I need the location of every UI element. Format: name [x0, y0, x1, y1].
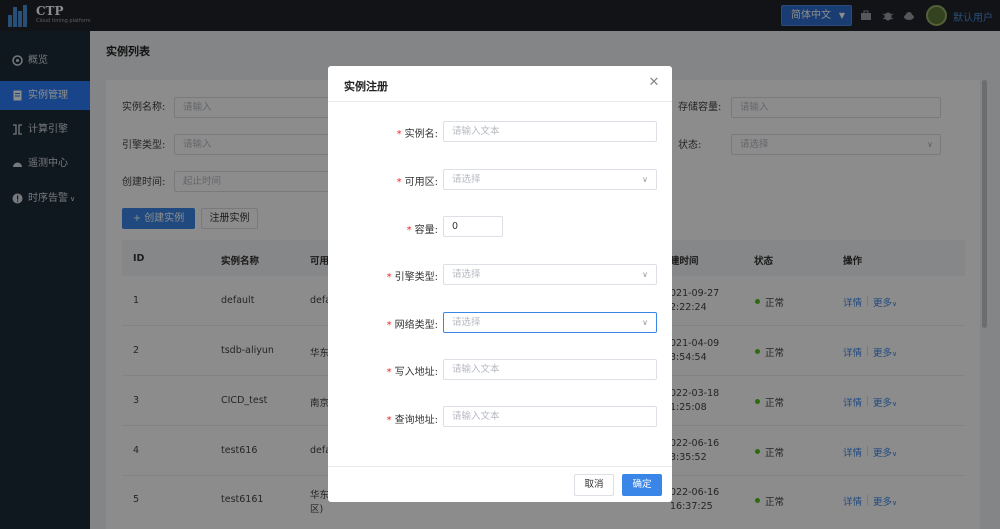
dialog-footer-divider	[328, 466, 672, 467]
label-text: 写入地址:	[394, 367, 438, 378]
field-label: * 写入地址:	[386, 367, 438, 378]
placeholder: 请输入文本	[452, 364, 500, 375]
cancel-button[interactable]: 取消	[574, 474, 614, 496]
instance-name-field[interactable]: 请输入文本	[443, 121, 657, 142]
network-type-select[interactable]: 请选择 ∨	[443, 312, 657, 333]
write-address-field[interactable]: 请输入文本	[443, 359, 657, 380]
placeholder: 请选择	[452, 174, 481, 185]
dialog-title: 实例注册	[344, 80, 388, 93]
label-text: 容量:	[414, 225, 438, 236]
chevron-down-icon: ∨	[642, 175, 648, 184]
placeholder: 请输入文本	[452, 126, 500, 137]
query-address-field[interactable]: 请输入文本	[443, 406, 657, 427]
field-label: * 实例名:	[396, 129, 438, 140]
field-label: * 引擎类型:	[386, 272, 438, 283]
engine-type-select[interactable]: 请选择 ∨	[443, 264, 657, 285]
placeholder: 请选择	[452, 317, 481, 328]
field-label: * 网络类型:	[386, 320, 438, 331]
confirm-button[interactable]: 确定	[622, 474, 662, 496]
label-text: 引擎类型:	[394, 272, 438, 283]
field-label: * 查询地址:	[386, 415, 438, 426]
field-label: * 可用区:	[396, 177, 438, 188]
dialog-header-divider	[328, 101, 672, 102]
placeholder: 请选择	[452, 269, 481, 280]
close-icon[interactable]: ✕	[647, 76, 661, 90]
chevron-down-icon: ∨	[642, 270, 648, 279]
field-label: * 容量:	[406, 225, 438, 236]
input-value: 0	[452, 221, 459, 232]
label-text: 查询地址:	[394, 415, 438, 426]
label-text: 网络类型:	[394, 320, 438, 331]
label-text: 实例名:	[404, 129, 438, 140]
zone-select[interactable]: 请选择 ∨	[443, 169, 657, 190]
register-instance-dialog: 实例注册 ✕ * 实例名: 请输入文本 * 可用区: 请选择 ∨ * 容量: 0 * 引擎…	[328, 66, 672, 502]
label-text: 可用区:	[404, 177, 438, 188]
capacity-input[interactable]: 0	[443, 216, 503, 237]
chevron-down-icon: ∨	[642, 318, 648, 327]
placeholder: 请输入文本	[452, 411, 500, 422]
